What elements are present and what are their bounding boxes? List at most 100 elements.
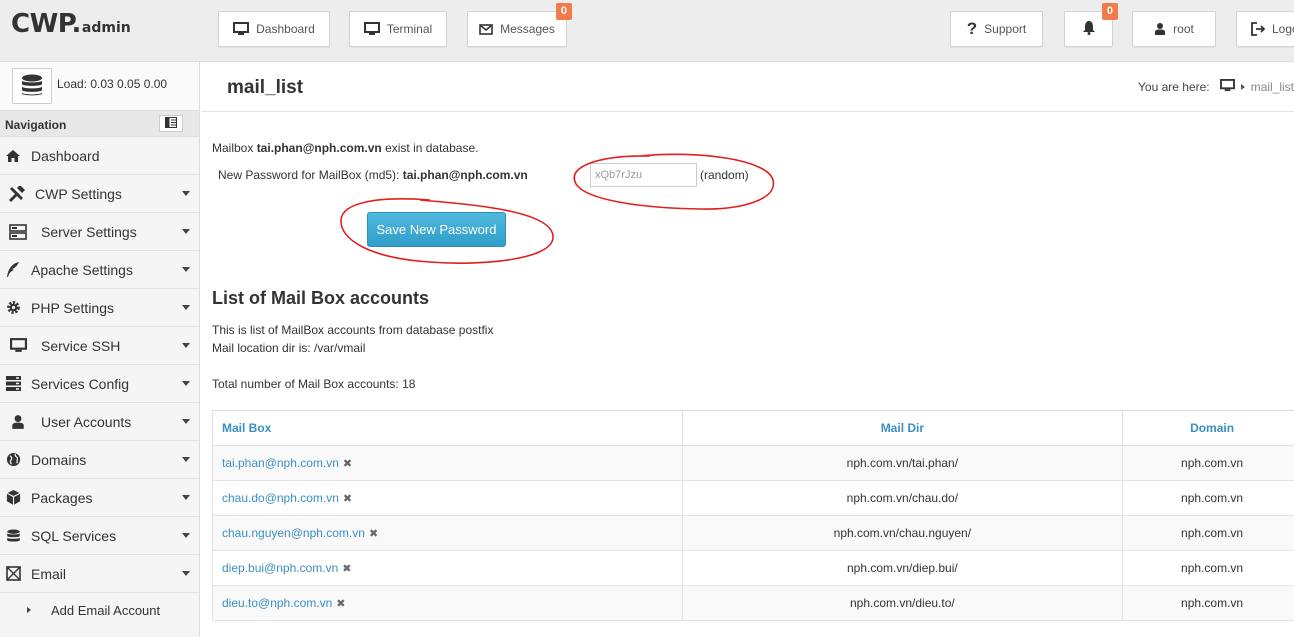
mail-location-text: Mail location dir is: /var/vmail (212, 341, 366, 355)
delete-icon[interactable]: ✖ (343, 493, 352, 505)
table-row: dieu.to@nph.com.vn ✖ nph.com.vn/dieu.to/ … (212, 585, 1294, 621)
user-icon (0, 414, 41, 430)
main-content: Mailbox tai.phan@nph.com.vn exist in dat… (201, 112, 1294, 637)
sidebar-item-service-ssh[interactable]: Service SSH (0, 327, 199, 365)
monitor-icon[interactable] (1219, 79, 1235, 95)
table-row: chau.nguyen@nph.com.vn ✖ nph.com.vn/chau.… (212, 515, 1294, 551)
column-header-mail-dir[interactable]: Mail Dir (681, 410, 1124, 446)
sidebar-item-dashboard[interactable]: Dashboard (0, 137, 199, 175)
mailbox-link[interactable]: chau.do@nph.com.vn (222, 491, 339, 505)
chevron-down-icon (182, 419, 190, 424)
chevron-down-icon (182, 267, 190, 272)
domain-cell: nph.com.vn (1122, 480, 1294, 516)
delete-icon[interactable]: ✖ (343, 458, 352, 470)
domain-cell: nph.com.vn (1122, 445, 1294, 481)
notifications-button[interactable]: 0 (1064, 3, 1118, 47)
question-icon: ? (966, 19, 978, 38)
delete-icon[interactable]: ✖ (336, 598, 345, 610)
breadcrumb-current[interactable]: mail_list (1251, 80, 1294, 94)
chevron-down-icon (182, 191, 190, 196)
sidebar-item-email[interactable]: Email (0, 555, 199, 593)
server-icon (0, 223, 41, 240)
mailbox-link[interactable]: diep.bui@nph.com.vn (222, 561, 338, 575)
bell-icon (1082, 20, 1096, 38)
mail-dir-cell: nph.com.vn/diep.bui/ (681, 550, 1124, 586)
mail-dir-cell: nph.com.vn/chau.do/ (681, 480, 1124, 516)
sidebar-item-server-settings[interactable]: Server Settings (0, 213, 199, 251)
chevron-down-icon (182, 571, 190, 576)
sidebar-item-cwp-settings[interactable]: CWP Settings (0, 175, 199, 213)
column-header-mailbox[interactable]: Mail Box (212, 410, 683, 446)
mailbox-list-heading: List of Mail Box accounts (212, 288, 430, 308)
delete-icon[interactable]: ✖ (369, 528, 378, 540)
sidebar-subitem-add-email-account[interactable]: Add Email Account (0, 593, 199, 627)
chevron-down-icon (182, 381, 190, 386)
navigation-header: Navigation (0, 111, 199, 137)
database-icon (0, 528, 31, 544)
table-row: tai.phan@nph.com.vn ✖ nph.com.vn/tai.phan… (212, 445, 1294, 481)
chevron-right-icon (27, 607, 31, 613)
mailbox-total-count: Total number of Mail Box accounts: 18 (212, 377, 416, 391)
page-header: mail_list You are here: mail_list (201, 62, 1294, 112)
support-button[interactable]: ? Support (950, 11, 1043, 47)
sidebar-item-apache-settings[interactable]: Apache Settings (0, 251, 199, 289)
chevron-down-icon (182, 305, 190, 310)
server-load-text: Load: 0.03 0.05 0.00 (57, 77, 168, 91)
sidebar-item-packages[interactable]: Packages (0, 479, 199, 517)
mailbox-table: Mail Box Mail Dir Domain tai.phan@nph.co… (212, 410, 1294, 621)
domain-cell: nph.com.vn (1122, 515, 1294, 551)
sidebar-item-user-accounts[interactable]: User Accounts (0, 403, 199, 441)
layout-icon (165, 116, 177, 131)
cubes-icon (0, 490, 31, 505)
random-label: (random) (700, 168, 749, 182)
new-password-input[interactable] (590, 163, 697, 187)
chevron-down-icon (182, 495, 190, 500)
user-menu-button[interactable]: root (1132, 11, 1216, 47)
mail-dir-cell: nph.com.vn/chau.nguyen/ (681, 515, 1124, 551)
page-title: mail_list (227, 77, 304, 98)
messages-button[interactable]: Messages 0 (467, 3, 572, 47)
mailbox-link[interactable]: dieu.to@nph.com.vn (222, 596, 332, 610)
feather-icon (0, 261, 31, 278)
mailbox-link[interactable]: chau.nguyen@nph.com.vn (222, 526, 365, 540)
server-stack-icon (0, 376, 31, 391)
terminal-button[interactable]: Terminal (349, 11, 447, 47)
breadcrumb: You are here: mail_list (1138, 79, 1294, 95)
delete-icon[interactable]: ✖ (342, 563, 351, 575)
sidebar-item-domains[interactable]: Domains (0, 441, 199, 479)
mail-dir-cell: nph.com.vn/tai.phan/ (681, 445, 1124, 481)
envelope-icon (0, 566, 31, 581)
sidebar-toggle-button[interactable] (159, 115, 183, 132)
server-load-panel: Load: 0.03 0.05 0.00 (0, 62, 199, 111)
monitor-icon (0, 338, 41, 353)
database-button[interactable] (12, 68, 52, 104)
chevron-down-icon (182, 229, 190, 234)
cwp-logo[interactable]: CWP.admin (11, 9, 131, 39)
top-bar: CWP.admin Dashboard Terminal Messages 0 … (0, 0, 1294, 62)
chevron-down-icon (182, 343, 190, 348)
table-row: diep.bui@nph.com.vn ✖ nph.com.vn/diep.bui… (212, 550, 1294, 586)
mailbox-list-description: This is list of MailBox accounts from da… (212, 323, 494, 337)
sidebar-item-php-settings[interactable]: PHP Settings (0, 289, 199, 327)
save-new-password-button[interactable]: Save New Password (367, 212, 506, 247)
monitor-icon (233, 22, 250, 36)
messages-badge: 0 (555, 3, 572, 20)
sidebar: Load: 0.03 0.05 0.00 Navigation Dashboar… (0, 62, 200, 637)
logout-icon (1251, 22, 1265, 36)
gear-icon (0, 300, 31, 315)
mailbox-link[interactable]: tai.phan@nph.com.vn (222, 456, 339, 470)
chevron-down-icon (182, 457, 190, 462)
chevron-right-icon (1240, 84, 1245, 90)
logout-button[interactable]: Logout (1236, 11, 1294, 47)
sidebar-item-sql-services[interactable]: SQL Services (0, 517, 199, 555)
dashboard-button[interactable]: Dashboard (218, 11, 330, 47)
mail-dir-cell: nph.com.vn/dieu.to/ (681, 585, 1124, 621)
column-header-domain[interactable]: Domain (1122, 410, 1294, 446)
monitor-icon (363, 22, 380, 36)
home-icon (0, 149, 31, 163)
user-icon (1154, 22, 1166, 36)
notifications-badge: 0 (1101, 3, 1118, 20)
mailbox-exists-message: Mailbox tai.phan@nph.com.vn exist in dat… (212, 141, 479, 155)
sidebar-item-services-config[interactable]: Services Config (0, 365, 199, 403)
domain-cell: nph.com.vn (1122, 585, 1294, 621)
